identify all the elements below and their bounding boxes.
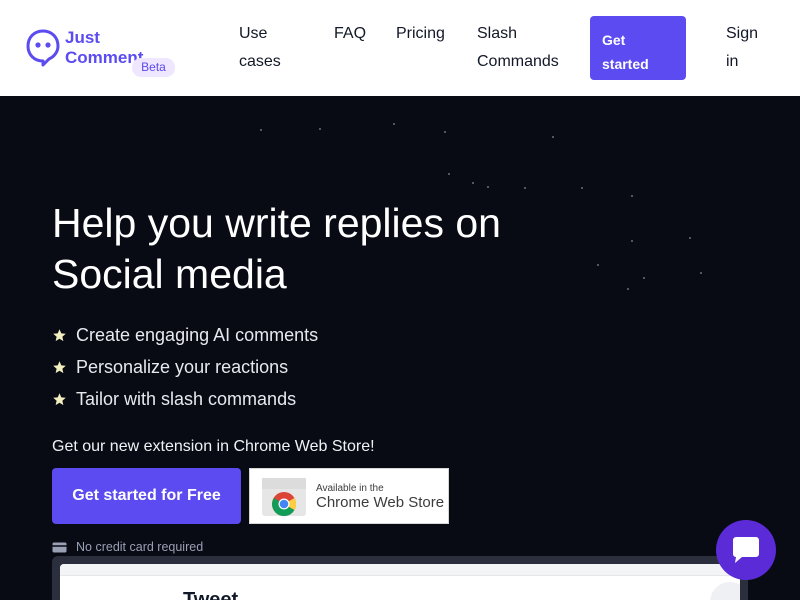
- star-dot: [393, 123, 395, 125]
- get-started-nav-button[interactable]: Get started: [590, 16, 686, 80]
- product-preview: ← Tweet: [52, 556, 748, 600]
- feature-item: Tailor with slash commands: [52, 383, 318, 415]
- chat-logo-icon[interactable]: [26, 29, 60, 67]
- nav-slash-commands[interactable]: Slash Commands: [477, 20, 567, 76]
- feature-text: Personalize your reactions: [76, 356, 289, 377]
- star-dot: [552, 136, 554, 138]
- star-icon: [53, 360, 66, 373]
- star-dot: [487, 186, 489, 188]
- star-dot: [631, 240, 633, 242]
- chat-icon: [733, 537, 759, 563]
- brand-line-1: Just: [65, 28, 100, 47]
- chrome-badge-text: Available in the Chrome Web Store: [316, 482, 444, 510]
- star-dot: [597, 264, 599, 266]
- star-dot: [627, 288, 629, 290]
- feature-text: Create engaging AI comments: [76, 324, 319, 345]
- beta-badge: Beta: [132, 58, 175, 77]
- preview-avatar: [710, 582, 740, 600]
- site-header: Just Comment Beta Use cases FAQ Pricing …: [0, 0, 800, 96]
- star-dot: [524, 187, 526, 189]
- credit-card-icon: [52, 542, 67, 552]
- nav-use-cases[interactable]: Use cases: [239, 20, 299, 76]
- preview-title: Tweet: [183, 589, 239, 600]
- star-dot: [631, 195, 633, 197]
- no-credit-card-text: No credit card required: [76, 540, 204, 554]
- nav-sign-in[interactable]: Sign in: [726, 20, 766, 76]
- back-arrow-icon: ←: [132, 592, 152, 600]
- feature-list: Create engaging AI comments Personalize …: [52, 319, 318, 415]
- nav-pricing[interactable]: Pricing: [396, 20, 445, 48]
- extension-note: Get our new extension in Chrome Web Stor…: [52, 438, 375, 455]
- feature-text: Tailor with slash commands: [76, 388, 297, 409]
- hero-title: Help you write replies on Social media: [52, 200, 501, 297]
- star-dot: [700, 272, 702, 274]
- preview-window: ← Tweet: [60, 564, 740, 600]
- feature-item: Personalize your reactions: [52, 351, 318, 383]
- chrome-web-store-badge[interactable]: Available in the Chrome Web Store: [249, 468, 449, 524]
- chrome-badge-line-2: Chrome Web Store: [316, 494, 445, 511]
- no-credit-card-note: No credit card required: [52, 540, 203, 554]
- chat-widget-button[interactable]: [716, 520, 776, 580]
- star-dot: [444, 131, 446, 133]
- star-dot: [472, 182, 474, 184]
- star-dot: [319, 128, 321, 130]
- star-dot: [448, 173, 450, 175]
- star-icon: [53, 328, 66, 341]
- feature-item: Create engaging AI comments: [52, 319, 318, 351]
- chrome-icon: [262, 478, 306, 517]
- star-dot: [643, 277, 645, 279]
- star-dot: [260, 129, 262, 131]
- star-dot: [581, 187, 583, 189]
- preview-toolbar: [60, 564, 740, 576]
- star-icon: [53, 392, 66, 405]
- star-dot: [689, 237, 691, 239]
- nav-faq[interactable]: FAQ: [334, 20, 366, 48]
- get-started-free-button[interactable]: Get started for Free: [52, 468, 241, 524]
